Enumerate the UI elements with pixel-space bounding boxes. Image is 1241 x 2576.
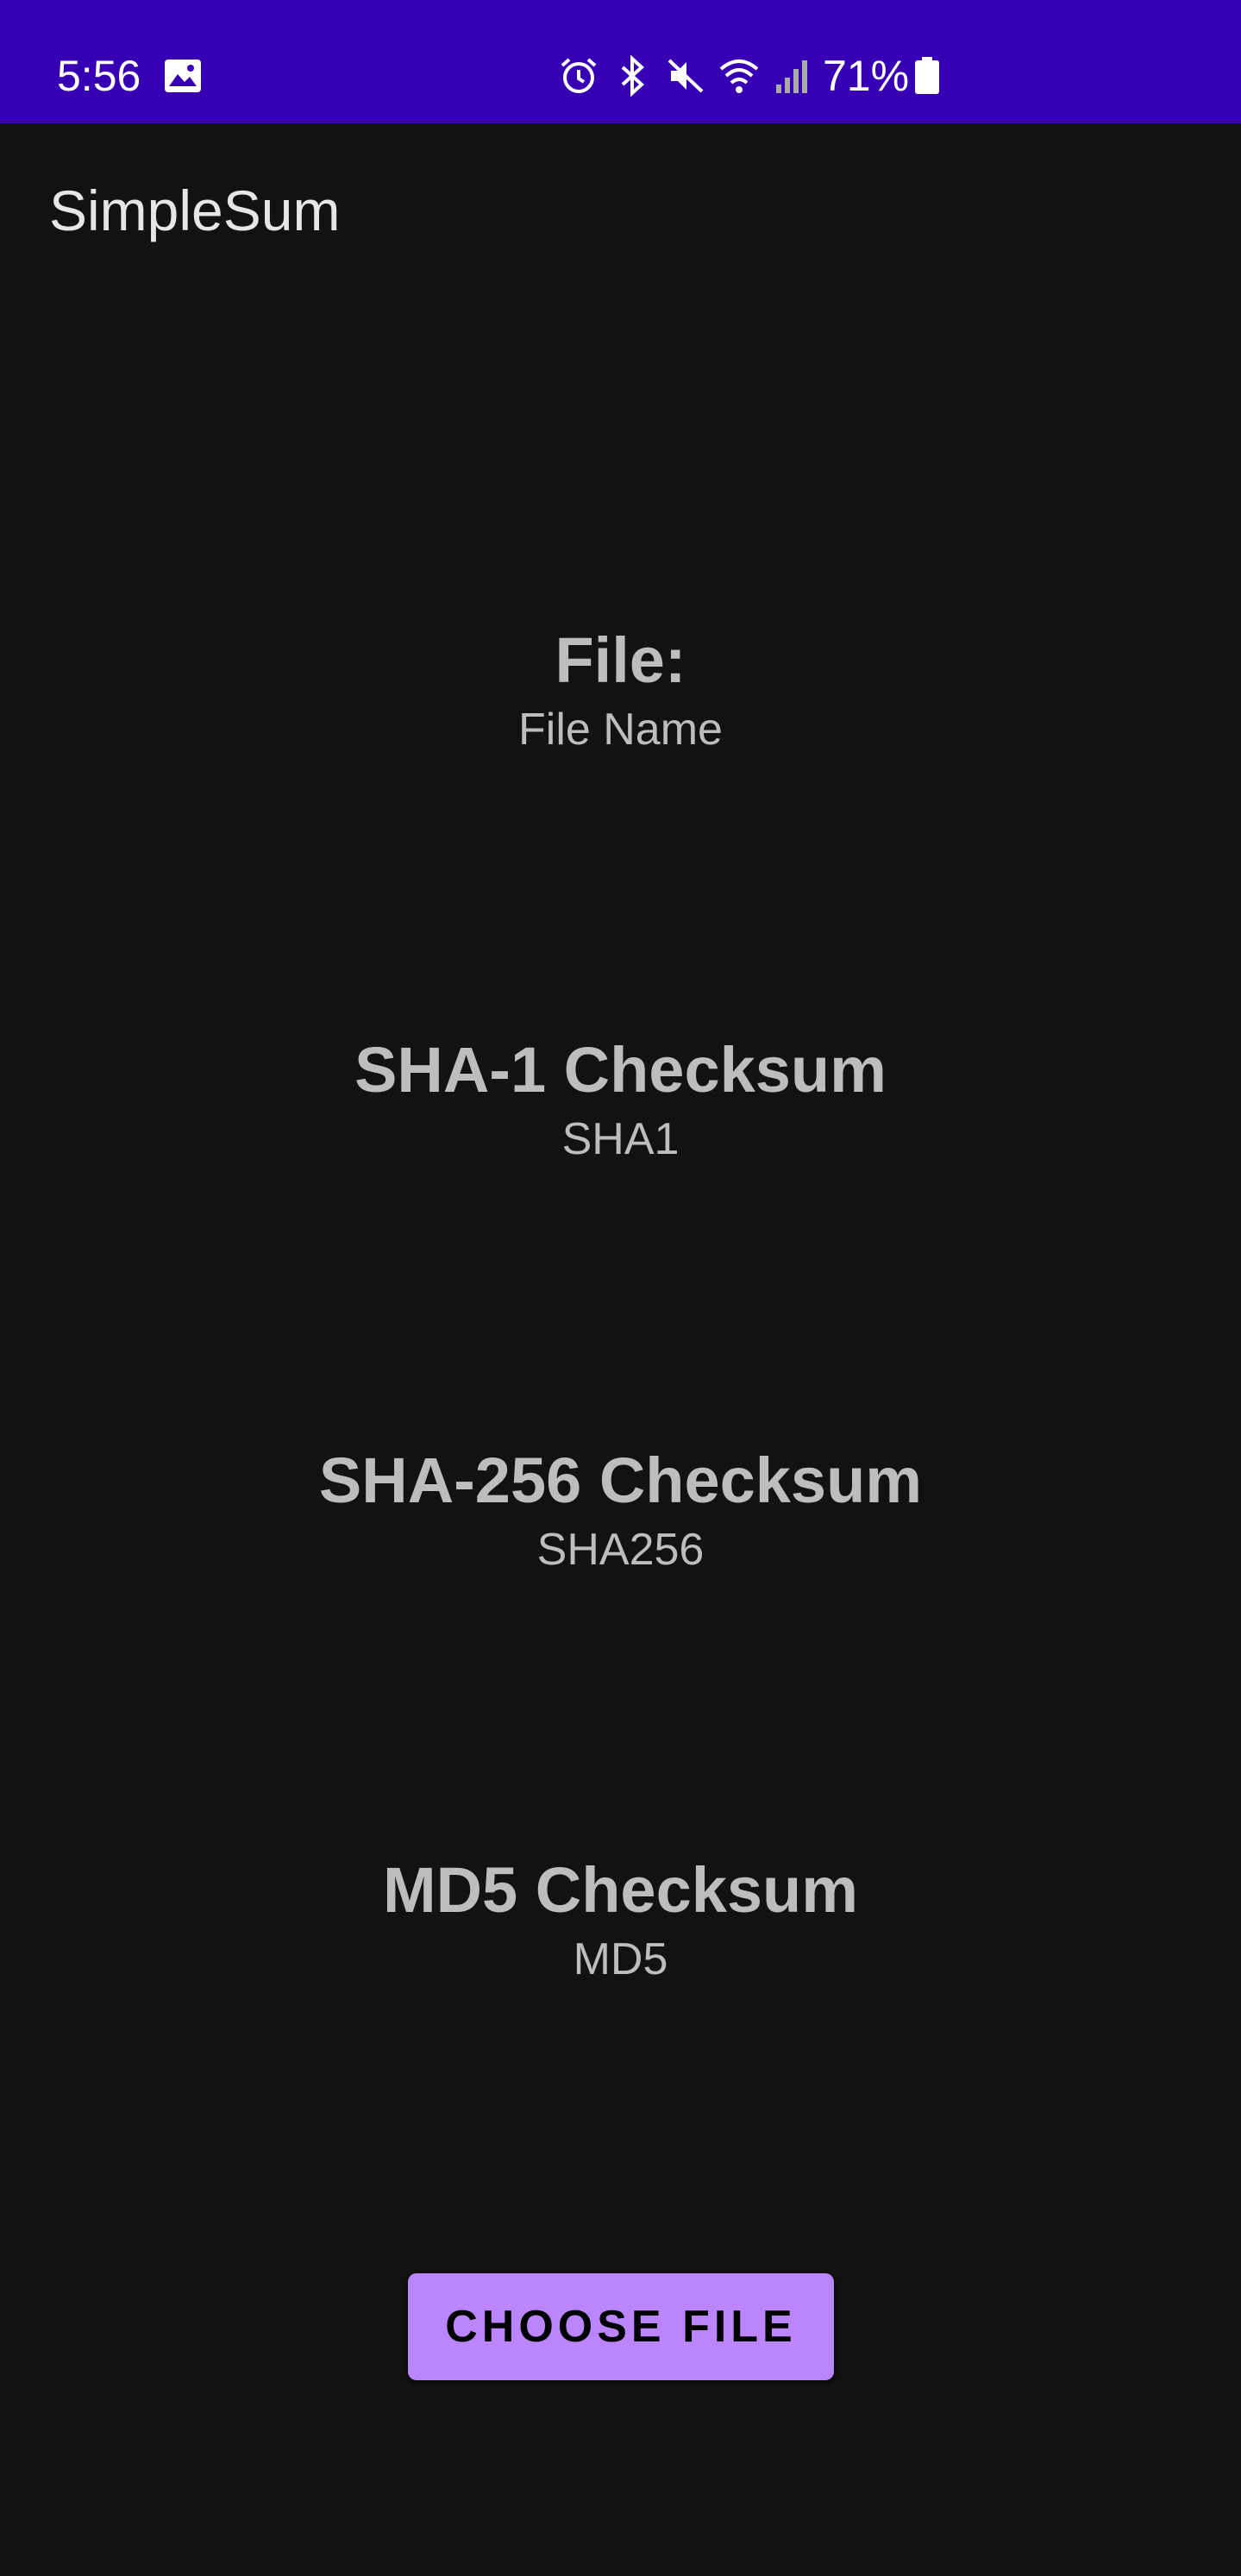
status-time: 5:56 <box>57 52 141 100</box>
sha1-value: SHA1 <box>561 1114 680 1164</box>
mute-icon <box>668 59 704 93</box>
signal-icon <box>776 60 807 93</box>
choose-file-button[interactable]: CHOOSE FILE <box>408 2273 834 2380</box>
md5-section: MD5 Checksum MD5 <box>0 1852 1241 1987</box>
status-icons <box>557 55 824 97</box>
battery-icon <box>915 57 939 94</box>
file-section: File: File Name <box>0 623 1241 757</box>
alarm-icon <box>561 58 597 93</box>
sha256-value: SHA256 <box>536 1525 705 1575</box>
file-name-value: File Name <box>518 705 723 755</box>
bluetooth-icon <box>621 55 644 97</box>
sha256-section: SHA-256 Checksum SHA256 <box>0 1443 1241 1577</box>
md5-value: MD5 <box>573 1934 668 1984</box>
battery-percent: 71% <box>823 52 910 100</box>
app-title: SimpleSum <box>49 179 341 242</box>
gallery-icon <box>165 60 201 92</box>
sha1-heading: SHA-1 Checksum <box>354 1034 887 1106</box>
sha1-section: SHA-1 Checksum SHA1 <box>0 1032 1241 1167</box>
status-bar: 5:56 71% <box>0 0 1241 123</box>
sha256-heading: SHA-256 Checksum <box>318 1445 923 1516</box>
md5-heading: MD5 Checksum <box>382 1854 859 1926</box>
wifi-icon <box>719 60 759 93</box>
file-heading: File: <box>555 624 686 696</box>
